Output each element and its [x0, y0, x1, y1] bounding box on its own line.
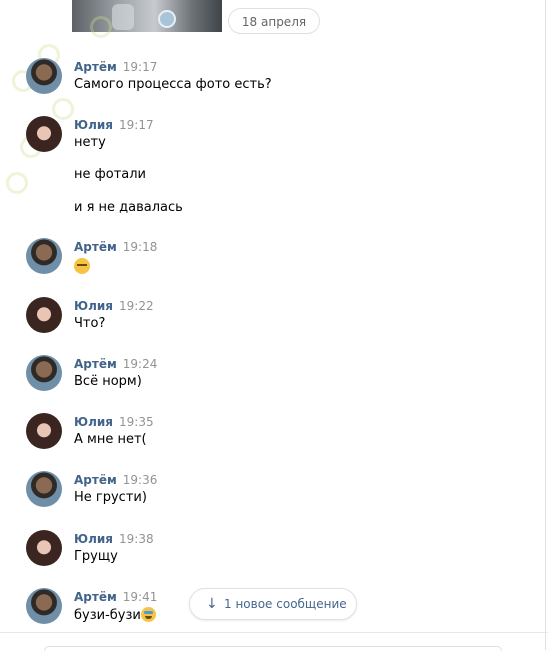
message-item: Юлия 19:38 Грущу — [0, 530, 500, 590]
message-text: Не грусти) — [74, 490, 147, 505]
chat-view: 18 апреля Артём 19:17 Самого процесса фот… — [0, 0, 548, 651]
message-input[interactable] — [44, 646, 502, 651]
message-text: не фотали — [74, 167, 146, 182]
message-time: 19:17 — [119, 118, 154, 132]
avatar[interactable] — [26, 58, 62, 94]
author-name[interactable]: Артём 19:17 — [74, 60, 157, 74]
avatar[interactable] — [26, 238, 62, 274]
message-item: Артём 19:18 — [0, 238, 500, 298]
author-name[interactable]: Артём 19:36 — [74, 473, 157, 487]
author-name[interactable]: Юлия 19:35 — [74, 415, 154, 429]
composer-divider — [0, 632, 548, 633]
tears-of-joy-emoji-icon — [140, 607, 156, 622]
author-name[interactable]: Артём 19:18 — [74, 240, 157, 254]
avatar[interactable] — [26, 530, 62, 566]
message-time: 19:18 — [122, 240, 158, 254]
scrollbar-track[interactable] — [545, 0, 546, 650]
message-time: 19:22 — [119, 299, 154, 313]
message-time: 19:36 — [122, 473, 158, 487]
avatar[interactable] — [26, 355, 62, 391]
message-text: А мне нет( — [74, 432, 147, 447]
date-divider: 18 апреля — [228, 8, 320, 34]
avatar[interactable] — [26, 413, 62, 449]
message-text: нету — [74, 135, 106, 150]
message-time: 19:17 — [122, 60, 158, 74]
message-item: Юлия 19:17 нету не фотали и я не давалась — [0, 116, 500, 226]
message-text: Самого процесса фото есть? — [74, 77, 272, 92]
message-item: Юлия 19:22 Что? — [0, 297, 500, 357]
relieved-face-emoji-icon — [74, 258, 90, 274]
message-text: Что? — [74, 316, 106, 331]
avatar[interactable] — [26, 116, 62, 152]
author-name[interactable]: Юлия 19:38 — [74, 532, 154, 546]
message-time: 19:24 — [122, 357, 158, 371]
avatar[interactable] — [26, 297, 62, 333]
message-item: Юлия 19:35 А мне нет( — [0, 413, 500, 473]
author-name[interactable]: Артём 19:41 — [74, 590, 157, 604]
new-messages-button[interactable]: ↓ 1 новое сообщение — [189, 588, 357, 620]
avatar[interactable] — [26, 471, 62, 507]
message-time: 19:41 — [122, 590, 158, 604]
author-name[interactable]: Артём 19:24 — [74, 357, 157, 371]
author-name[interactable]: Юлия 19:22 — [74, 299, 154, 313]
message-time: 19:35 — [119, 415, 154, 429]
avatar[interactable] — [26, 588, 62, 624]
message-item: Артём 19:17 Самого процесса фото есть? — [0, 58, 500, 118]
message-item: Артём 19:24 Всё норм) — [0, 355, 500, 415]
message-time: 19:38 — [119, 532, 154, 546]
message-text: Всё норм) — [74, 374, 142, 389]
author-name[interactable]: Юлия 19:17 — [74, 118, 154, 132]
message-text: бузи-бузи — [74, 607, 156, 623]
new-messages-label: 1 новое сообщение — [224, 597, 347, 611]
arrow-down-icon: ↓ — [206, 596, 218, 612]
message-text: и я не давалась — [74, 200, 183, 215]
message-item: Артём 19:36 Не грусти) — [0, 471, 500, 531]
message-text: Грущу — [74, 549, 118, 564]
